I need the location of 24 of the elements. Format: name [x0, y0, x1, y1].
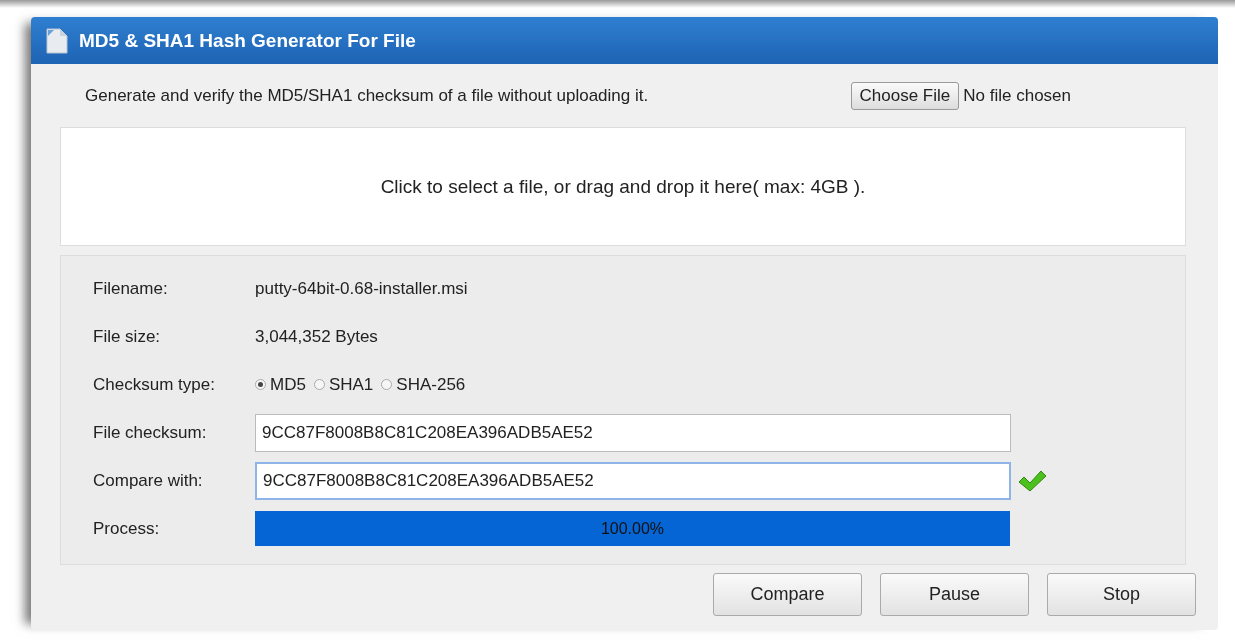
- radio-option[interactable]: SHA-256: [381, 374, 466, 395]
- field-label: Compare with:: [93, 470, 204, 491]
- field-label: Process:: [93, 518, 161, 539]
- progress-reading: 100.00%: [600, 519, 665, 538]
- window-title: MD5 & SHA1 Hash Generator For File: [79, 29, 416, 52]
- filename-value: putty-64bit-0.68-installer.msi: [255, 278, 468, 299]
- choose-file-button[interactable]: Choose File: [850, 81, 960, 110]
- drop-zone-text: Click to select a file, or drag and drop it here( max: 4GB ).: [380, 175, 866, 198]
- field-label: File size:: [93, 326, 162, 347]
- file-size-value: 3,044,352 Bytes: [255, 326, 378, 347]
- action-button[interactable]: Stop: [1047, 573, 1196, 616]
- drop-zone[interactable]: Click to select a file, or drag and drop it here( max: 4GB ).: [60, 127, 1186, 246]
- document-icon: [45, 26, 69, 55]
- field-label: File checksum:: [93, 422, 208, 443]
- field-label: Filename:: [93, 278, 169, 299]
- file-status: No file chosen: [963, 85, 1071, 106]
- compare-field[interactable]: 9CC87F8008B8C81C208EA396ADB5AE52: [255, 461, 1011, 500]
- action-button[interactable]: Compare: [713, 573, 862, 616]
- action-button[interactable]: Pause: [880, 573, 1029, 616]
- checksum-field[interactable]: 9CC87F8008B8C81C208EA396ADB5AE52: [255, 413, 1011, 452]
- field-label: Checksum type:: [93, 374, 216, 395]
- radio-option[interactable]: MD5: [255, 374, 306, 395]
- radio-option[interactable]: SHA1: [313, 374, 374, 395]
- intro-text: Generate and verify the MD5/SHA1 checksum of a file without uploading it.: [85, 85, 650, 106]
